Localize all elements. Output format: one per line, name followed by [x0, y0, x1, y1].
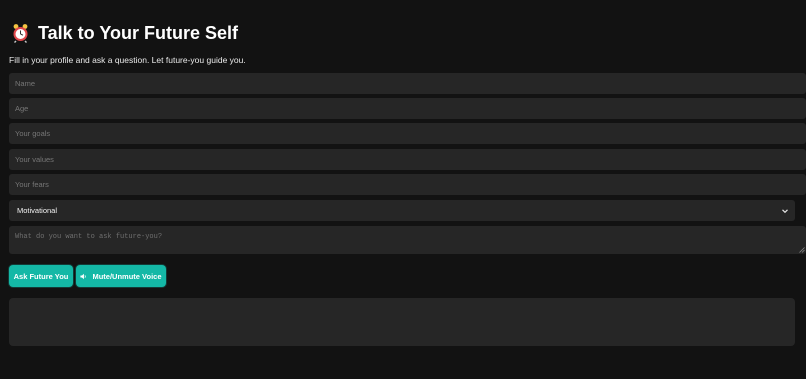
resize-handle-icon[interactable]: [799, 247, 805, 253]
goals-input[interactable]: [9, 123, 806, 144]
speaker-icon: [80, 273, 87, 279]
fears-input[interactable]: [9, 174, 806, 195]
page-title: Talk to Your Future Self: [38, 23, 239, 43]
mute-button-label: Mute/Unmute Voice: [92, 271, 162, 281]
tone-select[interactable]: Motivational: [9, 200, 795, 221]
mute-unmute-voice-button[interactable]: Mute/Unmute Voice: [76, 265, 166, 287]
response-output: [9, 298, 795, 346]
alarm-clock-icon: [13, 24, 28, 43]
question-textarea[interactable]: [9, 226, 806, 254]
page: Talk to Your Future Self Fill in your pr…: [0, 0, 806, 379]
chevron-down-icon: [782, 208, 788, 213]
page-subtitle: Fill in your profile and ask a question.…: [9, 55, 246, 65]
ask-future-you-button[interactable]: Ask Future You: [9, 265, 73, 287]
name-input[interactable]: [9, 73, 806, 94]
header: Talk to Your Future Self: [12, 22, 238, 44]
age-input[interactable]: [9, 98, 806, 119]
values-input[interactable]: [9, 149, 806, 170]
ask-button-label: Ask Future You: [13, 271, 69, 281]
tone-select-value: Motivational: [17, 206, 58, 215]
